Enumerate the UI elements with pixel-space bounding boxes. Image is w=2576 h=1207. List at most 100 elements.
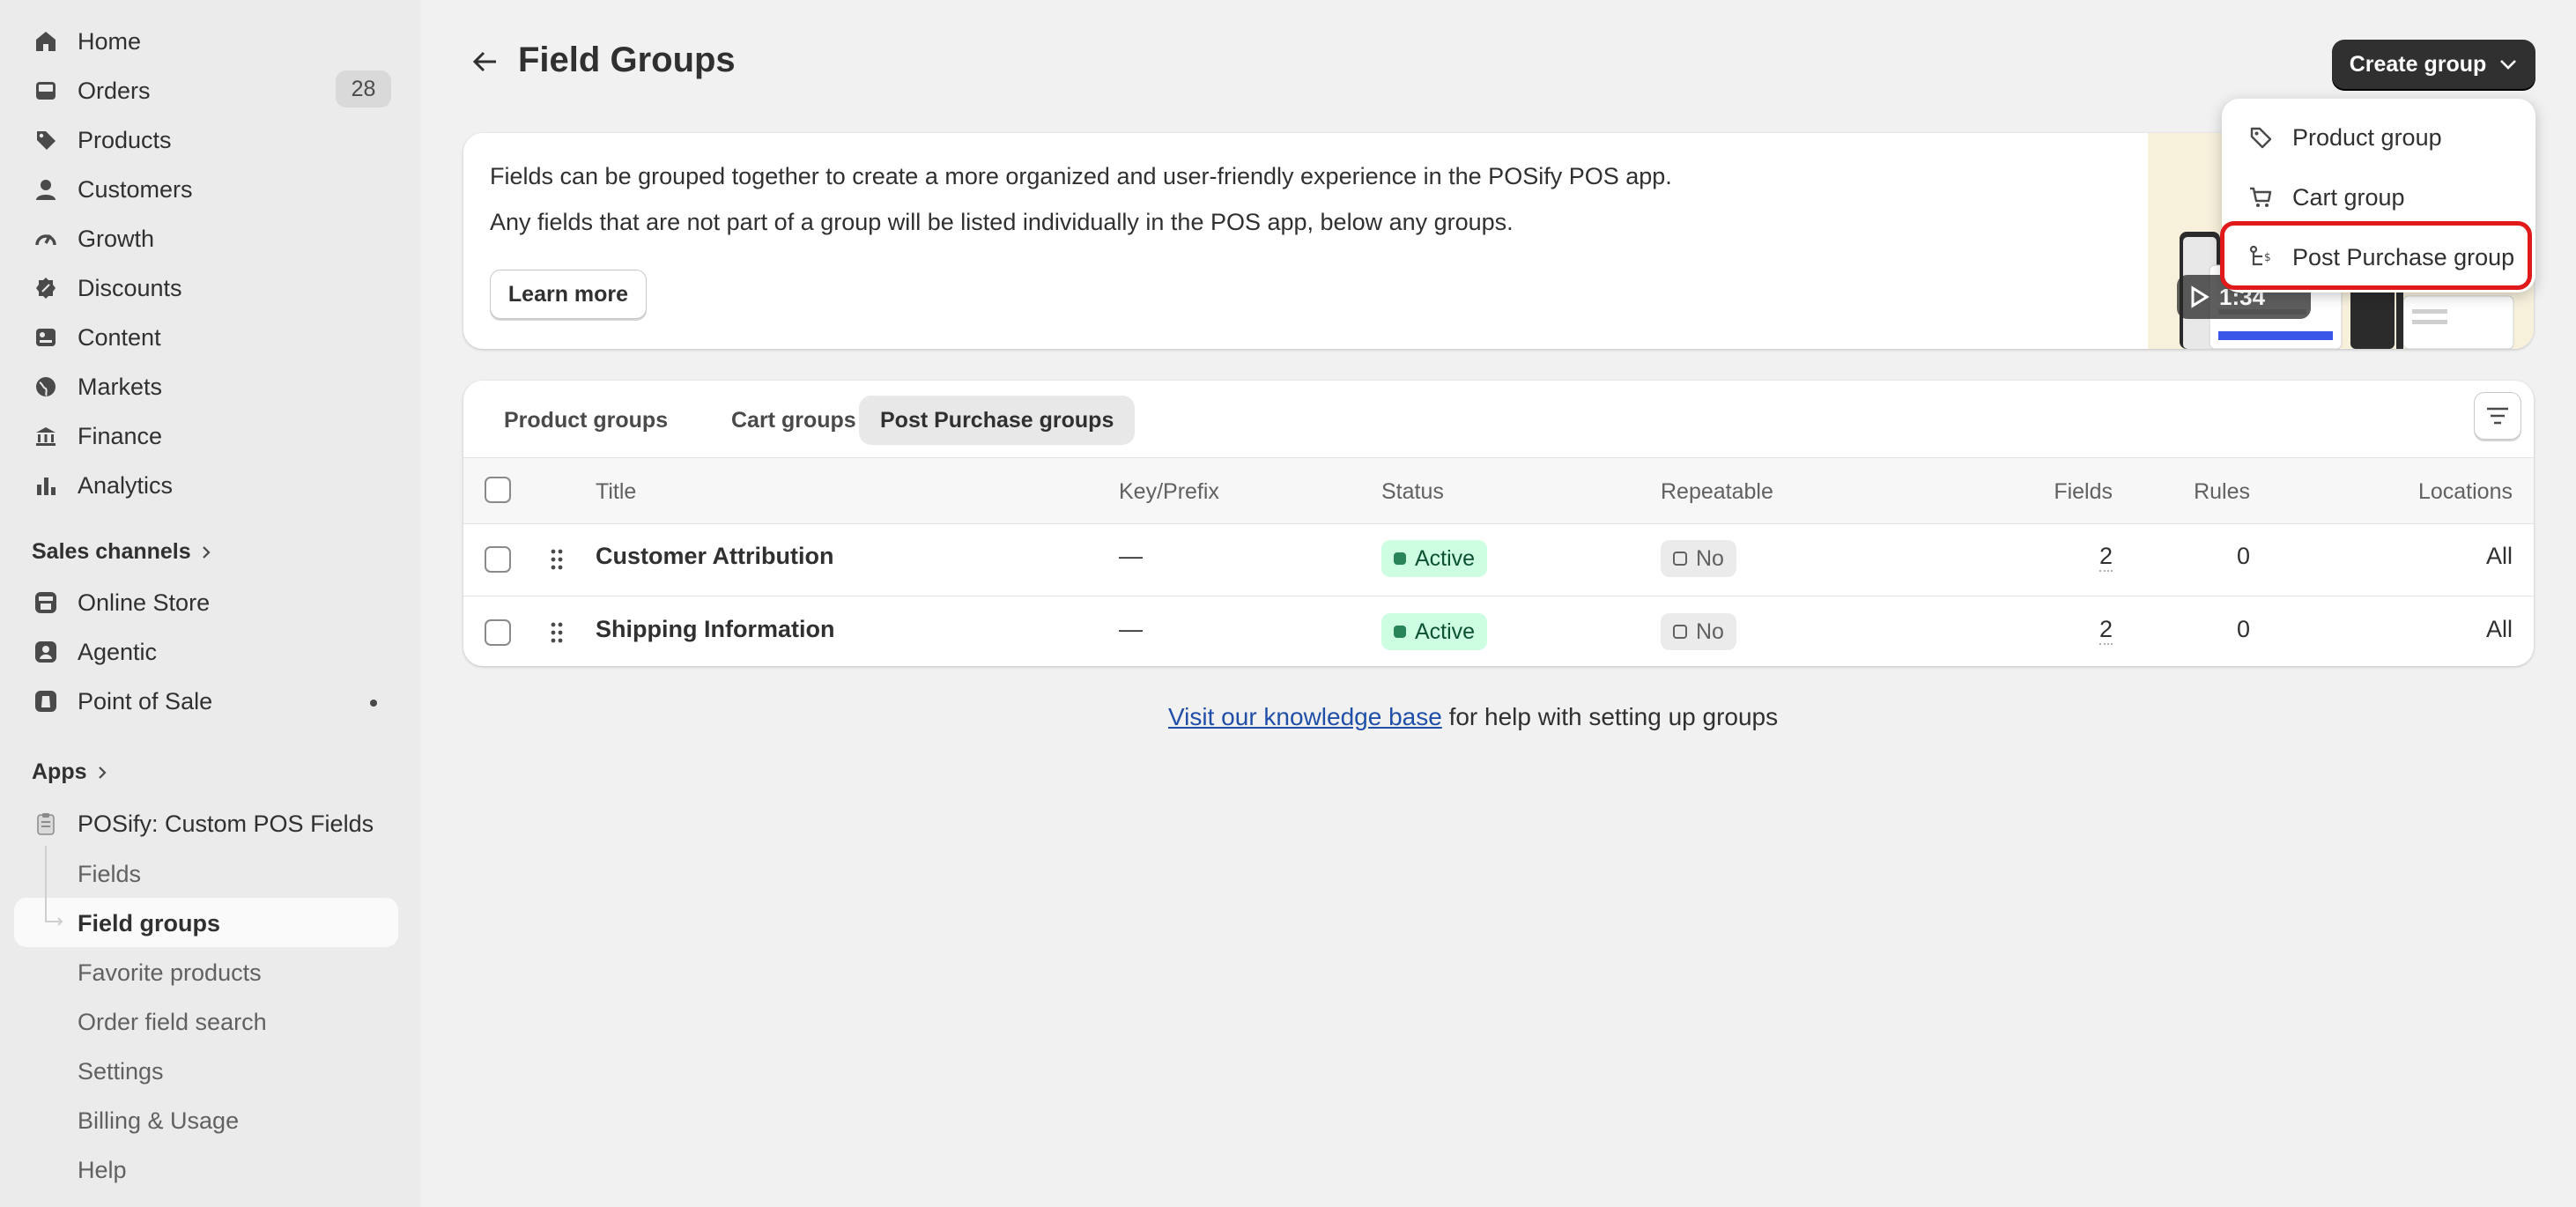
repeatable-badge: No xyxy=(1661,613,1736,650)
nav-content-label: Content xyxy=(78,323,161,351)
app-name: POSify: Custom POS Fields xyxy=(78,810,374,837)
nav-discounts-label: Discounts xyxy=(78,274,182,301)
drag-handle-icon[interactable] xyxy=(549,548,565,571)
nav-discounts[interactable]: Discounts xyxy=(32,270,182,306)
nav-customers[interactable]: Customers xyxy=(32,172,193,207)
knowledge-base-link[interactable]: Visit our knowledge base xyxy=(1168,703,1442,730)
nav-orders-label: Orders xyxy=(78,77,151,104)
repeatable-dot-icon xyxy=(1673,552,1687,566)
filter-sort-button[interactable] xyxy=(2474,392,2521,440)
nav-analytics-label: Analytics xyxy=(78,471,174,499)
groups-table-card: Product groups Cart groups Post Purchase… xyxy=(463,381,2534,666)
pos-icon xyxy=(32,687,60,715)
knowledge-base-text: for help with setting up groups xyxy=(1441,703,1779,730)
create-group-button[interactable]: Create group xyxy=(2332,40,2535,89)
row-key: — xyxy=(1119,543,1143,569)
nav-online-store[interactable]: Online Store xyxy=(32,585,210,620)
status-badge: Active xyxy=(1381,540,1488,577)
repeatable-dot-icon xyxy=(1673,625,1687,639)
col-key-prefix[interactable]: Key/Prefix xyxy=(1119,479,1219,505)
learn-more-button[interactable]: Learn more xyxy=(490,270,647,319)
apps-header[interactable]: Apps xyxy=(32,759,108,785)
nav-growth-label: Growth xyxy=(78,225,155,252)
menu-item-product-group[interactable]: Product group xyxy=(2248,115,2442,159)
repeatable-badge: No xyxy=(1661,540,1736,577)
row-checkbox[interactable] xyxy=(485,619,511,646)
sales-channels-header[interactable]: Sales channels xyxy=(32,539,212,565)
sidebar: Home Orders 28 Products Customers Growth… xyxy=(0,0,420,1207)
row-title[interactable]: Shipping Information xyxy=(596,616,834,643)
col-rules[interactable]: Rules xyxy=(2194,479,2250,505)
create-group-label: Create group xyxy=(2349,51,2487,77)
status-dot-icon xyxy=(1394,552,1406,565)
row-checkbox[interactable] xyxy=(485,546,511,573)
nav-app-posify[interactable]: POSify: Custom POS Fields xyxy=(32,806,374,841)
content-icon xyxy=(32,323,60,352)
app-item-settings[interactable]: Settings xyxy=(78,1054,164,1089)
repeatable-label: No xyxy=(1696,545,1724,571)
table-row[interactable]: Shipping Information — Active No 2 0 All xyxy=(463,596,2534,666)
tab-post-purchase-groups[interactable]: Post Purchase groups xyxy=(859,396,1136,445)
bank-icon xyxy=(32,422,60,450)
nav-finance[interactable]: Finance xyxy=(32,418,162,454)
agentic-icon xyxy=(32,638,60,666)
nav-online-store-label: Online Store xyxy=(78,589,211,616)
nav-growth[interactable]: Growth xyxy=(32,221,154,256)
table-row[interactable]: Customer Attribution — Active No 2 0 All xyxy=(463,523,2534,596)
row-locations: All xyxy=(2485,543,2513,569)
nav-home[interactable]: Home xyxy=(32,24,141,59)
repeatable-label: No xyxy=(1696,618,1724,644)
nav-finance-label: Finance xyxy=(78,422,163,449)
back-arrow-icon[interactable] xyxy=(471,48,500,75)
tree-connector xyxy=(45,846,47,921)
tree-arrow-icon xyxy=(45,911,63,926)
nav-point-of-sale-label: Point of Sale xyxy=(78,687,213,715)
tab-product-groups[interactable]: Product groups xyxy=(483,396,689,445)
app-item-order-field-search[interactable]: Order field search xyxy=(78,1004,267,1040)
inbox-icon xyxy=(32,77,60,105)
bar-chart-icon xyxy=(32,471,60,500)
menu-item-cart-group[interactable]: Cart group xyxy=(2248,175,2405,219)
orders-count-badge: 28 xyxy=(336,70,391,107)
nav-content[interactable]: Content xyxy=(32,320,161,355)
nav-agentic-label: Agentic xyxy=(78,638,158,665)
apps-label: Apps xyxy=(32,759,87,784)
nav-products[interactable]: Products xyxy=(32,122,172,158)
row-title[interactable]: Customer Attribution xyxy=(596,543,833,570)
nav-customers-label: Customers xyxy=(78,175,193,203)
nav-markets[interactable]: Markets xyxy=(32,369,162,404)
nav-markets-label: Markets xyxy=(78,373,163,400)
filter-icon xyxy=(2487,407,2508,425)
col-locations[interactable]: Locations xyxy=(2418,479,2513,505)
row-key: — xyxy=(1119,616,1143,642)
select-all-checkbox[interactable] xyxy=(485,477,511,503)
sales-channels-label: Sales channels xyxy=(32,539,191,564)
app-item-help[interactable]: Help xyxy=(78,1152,127,1188)
home-icon xyxy=(32,27,60,56)
nav-home-label: Home xyxy=(78,27,142,55)
table-header: Title Key/Prefix Status Repeatable Field… xyxy=(463,457,2534,524)
nav-analytics[interactable]: Analytics xyxy=(32,468,173,503)
app-item-favorite-products[interactable]: Favorite products xyxy=(78,955,262,990)
tag-icon xyxy=(2248,125,2275,150)
nav-orders[interactable]: Orders xyxy=(32,73,151,108)
nav-point-of-sale[interactable]: Point of Sale xyxy=(32,684,212,719)
col-title[interactable]: Title xyxy=(596,479,636,505)
app-item-billing-usage[interactable]: Billing & Usage xyxy=(78,1103,239,1138)
row-fields-count[interactable]: 2 xyxy=(2099,616,2113,645)
tab-cart-groups[interactable]: Cart groups xyxy=(710,396,877,445)
globe-icon xyxy=(32,373,60,401)
knowledge-base-help: Visit our knowledge base for help with s… xyxy=(1168,703,1778,731)
store-icon xyxy=(32,589,60,617)
status-badge: Active xyxy=(1381,613,1488,650)
app-item-fields[interactable]: Fields xyxy=(78,856,141,892)
row-fields-count[interactable]: 2 xyxy=(2099,543,2113,572)
col-status[interactable]: Status xyxy=(1381,479,1444,505)
drag-handle-icon[interactable] xyxy=(549,621,565,644)
info-text-2: Any fields that are not part of a group … xyxy=(490,209,1514,235)
nav-agentic[interactable]: Agentic xyxy=(32,634,157,670)
col-fields[interactable]: Fields xyxy=(2054,479,2113,505)
app-item-field-groups[interactable]: Field groups xyxy=(78,906,220,941)
col-repeatable[interactable]: Repeatable xyxy=(1661,479,1773,505)
info-text-1: Fields can be grouped together to create… xyxy=(490,163,1672,189)
